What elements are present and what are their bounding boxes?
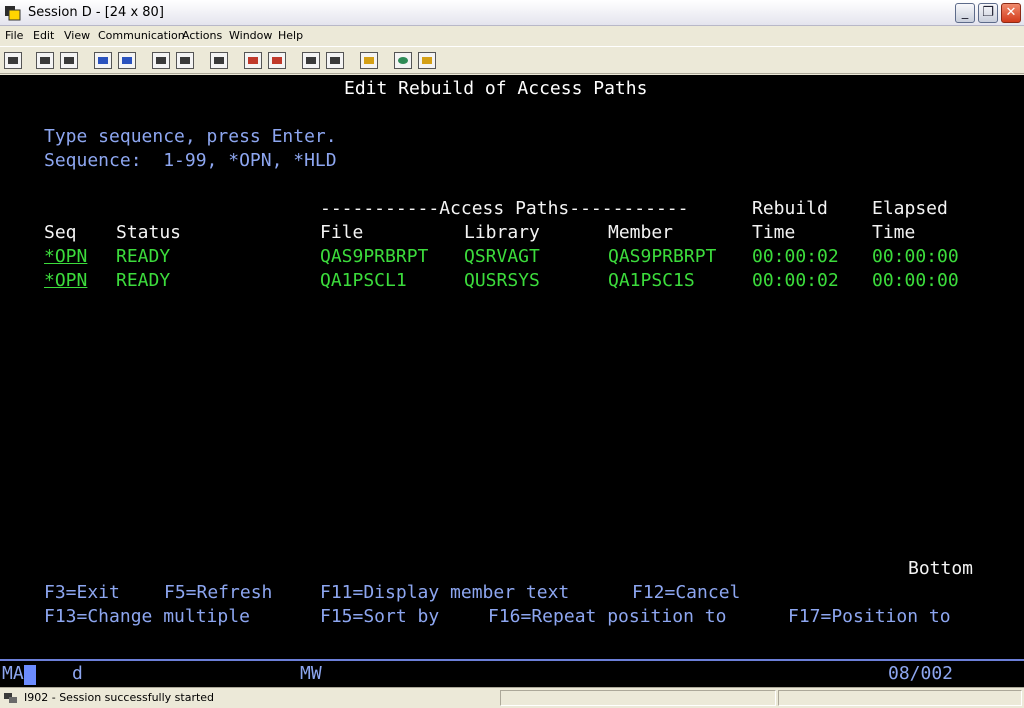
- column-header-member: Member: [608, 222, 674, 243]
- elapsed-header: Elapsed: [872, 198, 948, 219]
- network-status-icon: [4, 693, 17, 703]
- macro-icon[interactable]: [210, 52, 228, 69]
- row-file: QA1PSCL1: [320, 270, 407, 291]
- fkey-f15-sort-by[interactable]: F15=Sort by: [320, 605, 439, 629]
- globe-icon[interactable]: [394, 52, 412, 69]
- session-indicator: MA: [2, 663, 24, 684]
- access-paths-group-header: -----------Access Paths-----------: [320, 198, 689, 219]
- record-macro-icon[interactable]: [244, 52, 262, 69]
- fkey-f5-refresh[interactable]: F5=Refresh: [164, 581, 272, 605]
- session-letter: d: [72, 663, 83, 684]
- seq-input[interactable]: *OPN: [44, 245, 87, 269]
- row-rebuild-time: 00:00:02: [752, 246, 839, 267]
- cursor-block: [24, 665, 36, 685]
- fkey-f11-display-member-text[interactable]: F11=Display member text: [320, 581, 569, 605]
- row-member: QAS9PRBRPT: [608, 246, 717, 267]
- display-keypad-icon[interactable]: [152, 52, 170, 69]
- bottom-indicator: Bottom: [908, 558, 974, 579]
- screen-title: Edit Rebuild of Access Paths: [344, 78, 648, 99]
- status-panel: [500, 690, 776, 706]
- instruction-text: Type sequence, press Enter.: [44, 126, 337, 147]
- menu-window[interactable]: Window: [229, 29, 272, 42]
- keypad-icon[interactable]: [176, 52, 194, 69]
- column-header-library: Library: [464, 222, 540, 243]
- play-macro-icon[interactable]: [268, 52, 286, 69]
- row-status: READY: [116, 270, 171, 291]
- send-file-icon[interactable]: [94, 52, 112, 69]
- column-header-elapsed-time: Time: [872, 222, 916, 243]
- paste-icon[interactable]: [60, 52, 78, 69]
- menu-help[interactable]: Help: [278, 29, 303, 42]
- fkey-f12-cancel[interactable]: F12=Cancel: [632, 581, 740, 605]
- column-header-rebuild-time: Time: [752, 222, 796, 243]
- row-rebuild-time: 00:00:02: [752, 270, 839, 291]
- close-button[interactable]: ✕: [1001, 3, 1021, 23]
- rebuild-header: Rebuild: [752, 198, 828, 219]
- menu-edit[interactable]: Edit: [33, 29, 54, 42]
- menu-file[interactable]: File: [5, 29, 23, 42]
- operator-info-area: MA d MW 08/002: [0, 659, 1024, 687]
- window-title: Session D - [24 x 80]: [28, 5, 164, 20]
- menu-actions[interactable]: Actions: [182, 29, 222, 42]
- seq-input[interactable]: *OPN: [44, 269, 87, 293]
- status-bar: I902 - Session successfully started: [0, 687, 1024, 708]
- row-library: QSRVAGT: [464, 246, 540, 267]
- toolbar: [0, 46, 1024, 74]
- app-icon: [5, 6, 21, 21]
- fkey-f13-change-multiple[interactable]: F13=Change multiple: [44, 605, 250, 629]
- menu-bar: File Edit View Communication Actions Win…: [0, 26, 1024, 46]
- fkey-f16-repeat-position-to[interactable]: F16=Repeat position to: [488, 605, 726, 629]
- menu-communication[interactable]: Communication: [98, 29, 185, 42]
- mode-indicator: MW: [300, 663, 322, 684]
- column-header-status: Status: [116, 222, 182, 243]
- row-status: READY: [116, 246, 171, 267]
- clipboard-icon[interactable]: [360, 52, 378, 69]
- column-header-file: File: [320, 222, 364, 243]
- terminal-screen[interactable]: Edit Rebuild of Access Paths Type sequen…: [0, 75, 1024, 659]
- title-bar[interactable]: Session D - [24 x 80] _ ❐ ✕: [0, 0, 1024, 26]
- column-header-seq: Seq: [44, 222, 77, 243]
- row-elapsed-time: 00:00:00: [872, 246, 959, 267]
- fkey-f3-exit[interactable]: F3=Exit: [44, 581, 120, 605]
- sequence-hint: Sequence: 1-99, *OPN, *HLD: [44, 150, 337, 171]
- restore-button[interactable]: ❐: [978, 3, 998, 23]
- row-member: QA1PSC1S: [608, 270, 695, 291]
- row-elapsed-time: 00:00:00: [872, 270, 959, 291]
- print-screen-icon[interactable]: [4, 52, 22, 69]
- receive-file-icon[interactable]: [118, 52, 136, 69]
- row-library: QUSRSYS: [464, 270, 540, 291]
- status-panel: [778, 690, 1022, 706]
- cursor-position: 08/002: [888, 663, 954, 684]
- pause-macro-icon[interactable]: [326, 52, 344, 69]
- status-message: I902 - Session successfully started: [24, 691, 215, 704]
- minimize-button[interactable]: _: [955, 3, 975, 23]
- help-icon[interactable]: [418, 52, 436, 69]
- stop-macro-icon[interactable]: [302, 52, 320, 69]
- fkey-f17-position-to[interactable]: F17=Position to: [788, 605, 951, 629]
- row-file: QAS9PRBRPT: [320, 246, 429, 267]
- menu-view[interactable]: View: [64, 29, 90, 42]
- copy-icon[interactable]: [36, 52, 54, 69]
